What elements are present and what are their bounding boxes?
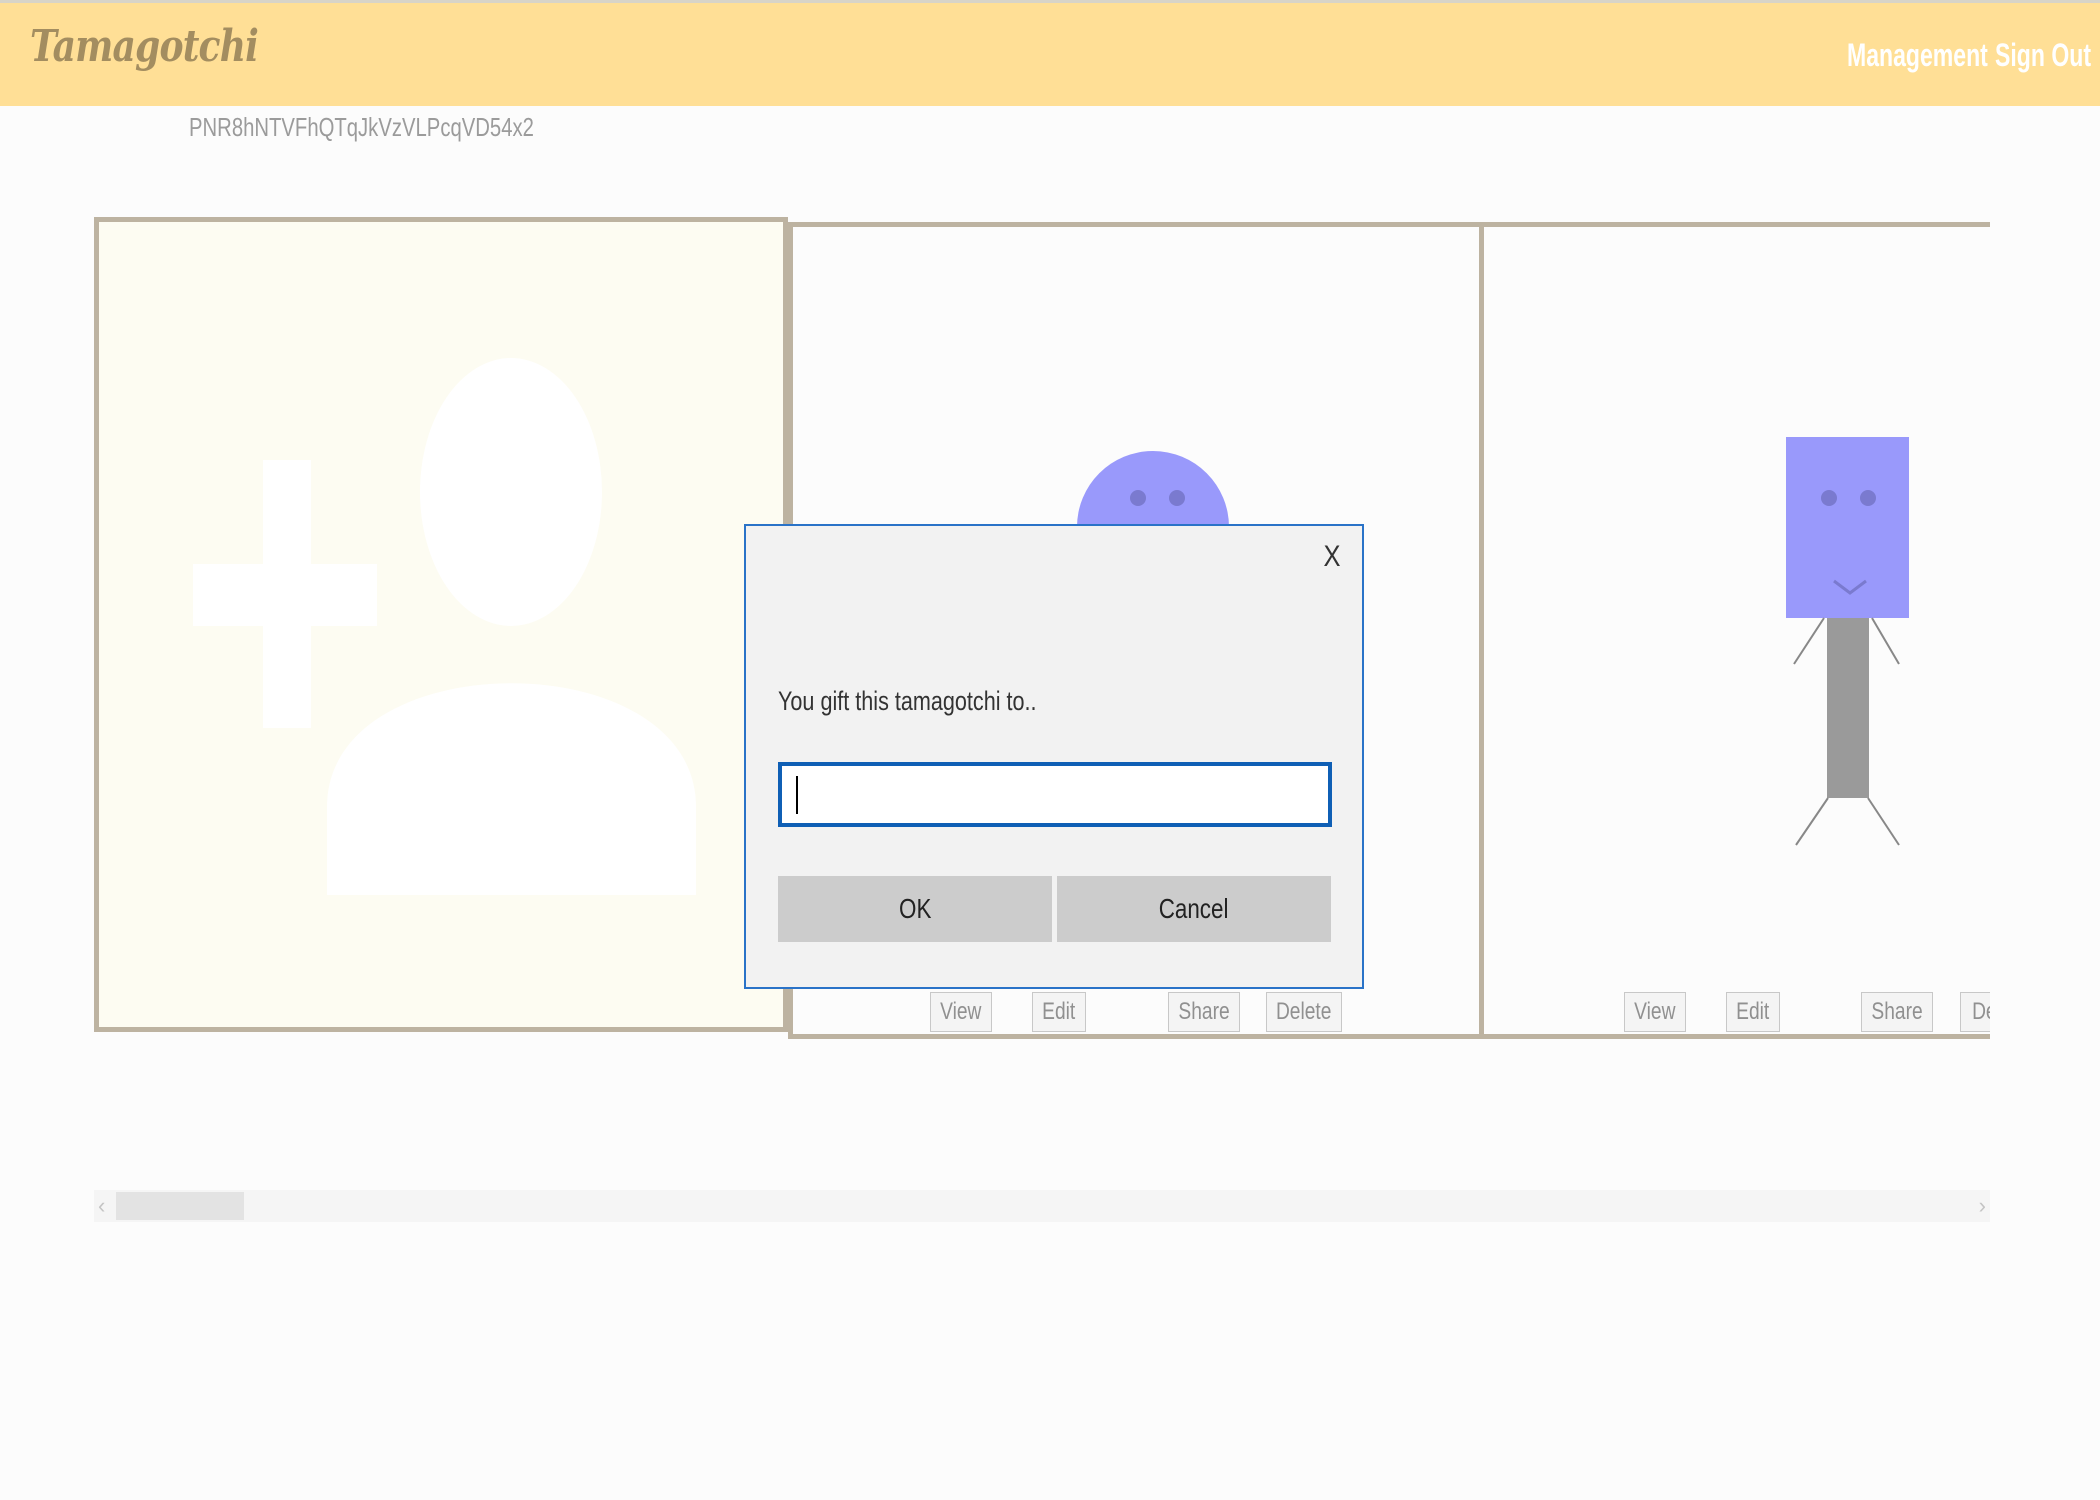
add-person-icon — [193, 358, 696, 895]
cancel-button[interactable]: Cancel — [1057, 876, 1331, 942]
horizontal-scrollbar[interactable]: ‹ › — [94, 1190, 1990, 1222]
tamagotchi-card — [1479, 222, 1990, 1039]
view-button[interactable]: View — [930, 992, 992, 1032]
tamagotchi-actions: View Edit Share De — [1479, 992, 1990, 1032]
scroll-left-icon[interactable]: ‹ — [98, 1193, 105, 1219]
text-cursor — [796, 776, 798, 814]
view-button[interactable]: View — [1624, 992, 1686, 1032]
close-icon[interactable]: X — [1323, 540, 1340, 574]
add-tamagotchi-card[interactable] — [94, 217, 788, 1032]
gift-recipient-input[interactable] — [778, 762, 1332, 827]
gift-prompt-dialog: X You gift this tamagotchi to.. OK Cance… — [744, 524, 1364, 989]
delete-button[interactable]: Delete — [1266, 992, 1342, 1032]
management-link[interactable]: Management — [1847, 37, 1988, 74]
scroll-right-icon[interactable]: › — [1979, 1193, 1986, 1219]
share-button[interactable]: Share — [1168, 992, 1240, 1032]
user-id-text: PNR8hNTVFhQTqJkVzVLPcqVD54x2 — [189, 112, 534, 142]
app-logo[interactable]: Tamagotchi — [30, 21, 259, 72]
edit-button[interactable]: Edit — [1032, 992, 1086, 1032]
scroll-thumb[interactable] — [116, 1192, 244, 1220]
sign-out-link[interactable]: Sign Out — [1995, 37, 2091, 74]
share-button[interactable]: Share — [1861, 992, 1933, 1032]
ok-button[interactable]: OK — [778, 876, 1052, 942]
edit-button[interactable]: Edit — [1726, 992, 1780, 1032]
tamagotchi-actions: View Edit Share Delete — [788, 992, 1484, 1032]
top-nav-bar: Tamagotchi Management Sign Out — [0, 0, 2100, 106]
delete-button[interactable]: De — [1960, 992, 1990, 1032]
dialog-message: You gift this tamagotchi to.. — [778, 686, 1037, 716]
tamagotchi-character-square — [1786, 437, 1909, 846]
